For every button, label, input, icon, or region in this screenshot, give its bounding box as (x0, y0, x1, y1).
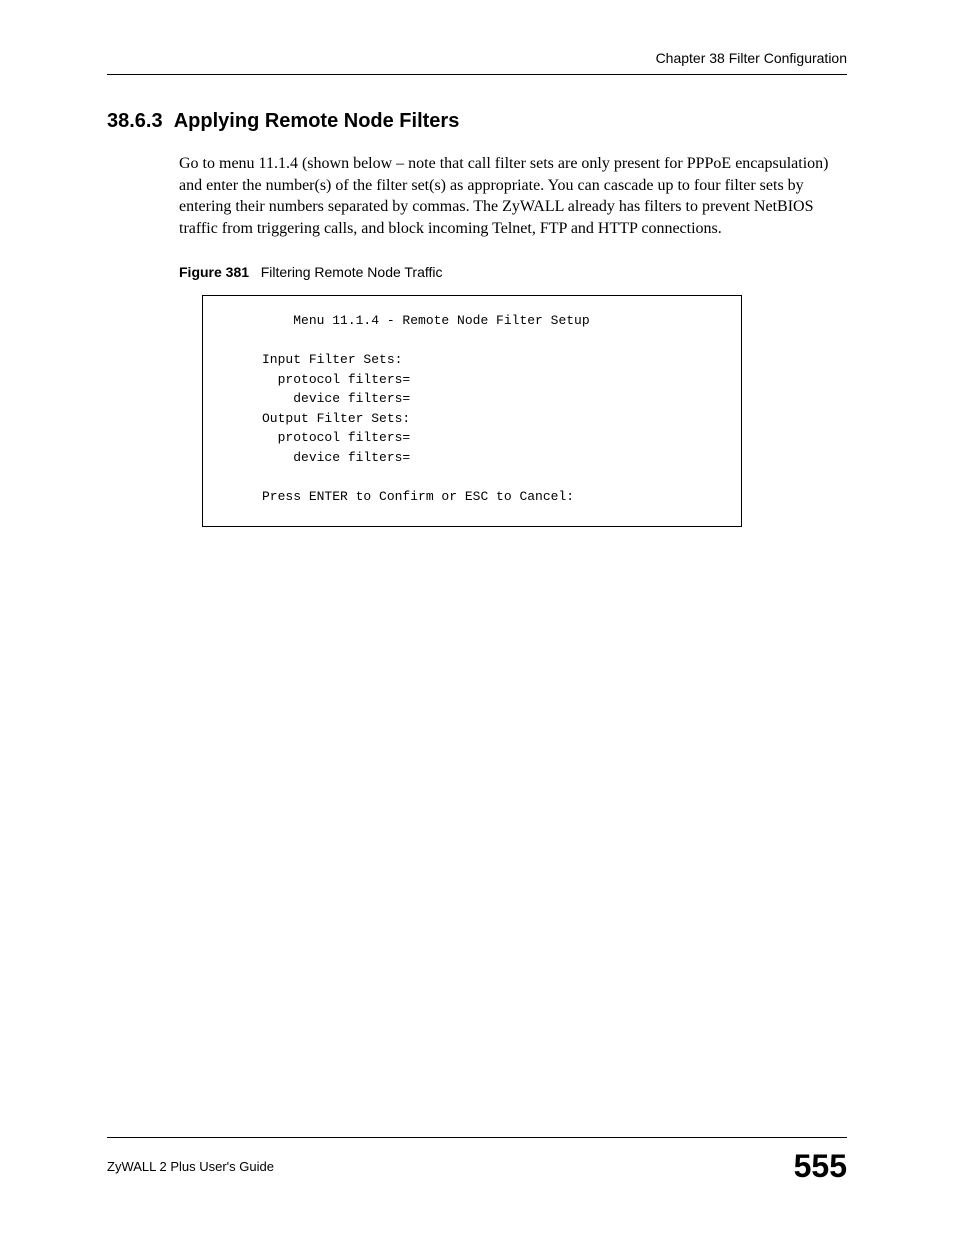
code-line: protocol filters= (223, 430, 410, 445)
body-paragraph: Go to menu 11.1.4 (shown below – note th… (179, 153, 847, 239)
section-heading: 38.6.3 Applying Remote Node Filters (107, 110, 847, 133)
figure-label: Figure 381 (179, 264, 249, 280)
code-line: device filters= (223, 450, 410, 465)
chapter-label: Chapter 38 Filter Configuration (656, 50, 847, 66)
section-title: Applying Remote Node Filters (174, 110, 460, 132)
code-line: Output Filter Sets: (223, 411, 410, 426)
page-number: 555 (794, 1148, 847, 1185)
figure-caption-text: Filtering Remote Node Traffic (261, 264, 443, 280)
code-line: Menu 11.1.4 - Remote Node Filter Setup (223, 313, 590, 328)
page-header: Chapter 38 Filter Configuration (107, 50, 847, 75)
code-box: Menu 11.1.4 - Remote Node Filter Setup I… (202, 295, 742, 527)
code-line: Input Filter Sets: (223, 352, 402, 367)
section-number: 38.6.3 (107, 110, 163, 132)
code-line: protocol filters= (223, 372, 410, 387)
code-line: device filters= (223, 391, 410, 406)
code-line: Press ENTER to Confirm or ESC to Cancel: (223, 489, 574, 504)
page-footer: ZyWALL 2 Plus User's Guide 555 (107, 1137, 847, 1185)
footer-guide-name: ZyWALL 2 Plus User's Guide (107, 1159, 274, 1174)
figure-caption: Figure 381 Filtering Remote Node Traffic (179, 264, 847, 280)
